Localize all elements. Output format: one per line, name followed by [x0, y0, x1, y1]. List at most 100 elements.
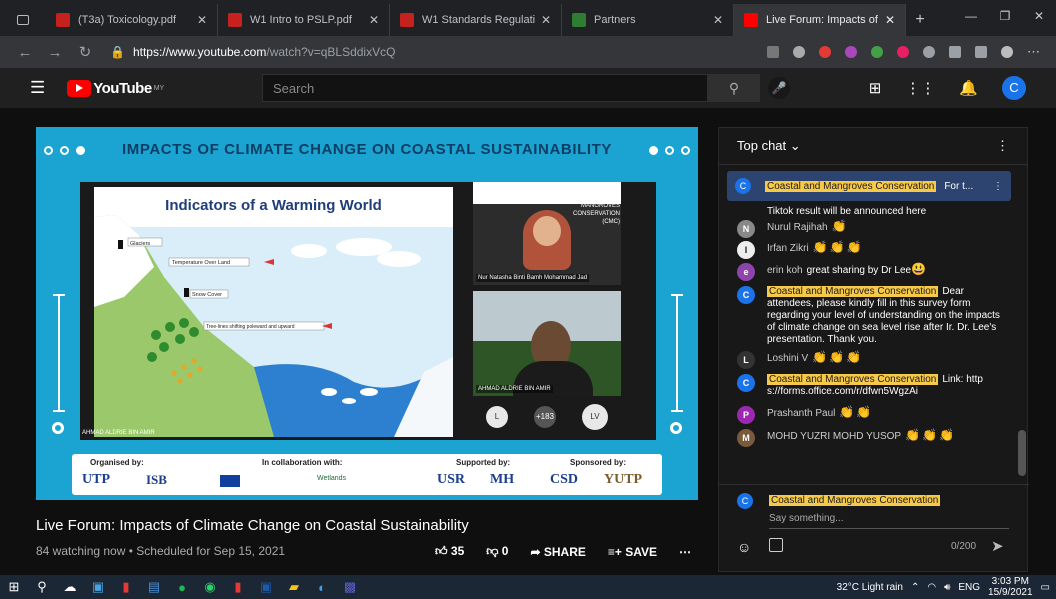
control-user[interactable]: L	[486, 406, 508, 428]
tab-actions-icon[interactable]	[0, 4, 46, 36]
extensions-puzzle-icon[interactable]	[923, 46, 935, 58]
files-icon[interactable]: ▤	[140, 579, 168, 595]
network-icon[interactable]: ◠	[927, 582, 936, 593]
like-button[interactable]: 👍︎ 35	[435, 544, 464, 559]
voice-search-button[interactable]: 🎤	[768, 77, 790, 99]
dislike-button[interactable]: 👎︎ 0	[486, 544, 508, 559]
chat-message: P Prashanth Paul 👏👏	[719, 406, 1015, 424]
chat-author[interactable]: Prashanth Paul	[767, 408, 835, 419]
pinned-avatar: C	[735, 178, 751, 194]
volume-icon[interactable]: 🔊︎	[944, 582, 950, 593]
tab-close-icon[interactable]: ✕	[713, 13, 723, 27]
pinned-message[interactable]: C Coastal and Mangroves Conservation For…	[727, 171, 1011, 201]
share-button[interactable]: ➦ SHARE	[530, 545, 585, 559]
search-input[interactable]: Search	[262, 74, 708, 102]
browser-tab[interactable]: W1 Standards Regulations P! ✕	[390, 4, 562, 36]
share-label: SHARE	[543, 544, 586, 559]
notification-center-icon[interactable]: ▭	[1041, 582, 1050, 593]
sticky-notes-icon[interactable]: ▰	[280, 579, 308, 595]
chat-author[interactable]: Nurul Rajihah	[767, 222, 828, 233]
outlook-icon[interactable]: ▣	[252, 579, 280, 595]
favorites-icon[interactable]	[949, 46, 961, 58]
super-chat-icon[interactable]	[769, 538, 783, 552]
ext-pink-icon[interactable]	[897, 46, 909, 58]
browser-tab[interactable]: Live Forum: Impacts of C ✕	[734, 4, 906, 36]
video-player[interactable]: IMPACTS OF CLIMATE CHANGE ON COASTAL SUS…	[36, 127, 698, 500]
store-icon[interactable]: ▣	[84, 579, 112, 595]
control-count[interactable]: +183	[534, 406, 556, 428]
send-icon[interactable]: ➤	[991, 537, 1004, 555]
profile-icon[interactable]	[1001, 46, 1013, 58]
settings-icon[interactable]	[793, 46, 805, 58]
chat-input-field[interactable]: Say something...	[769, 513, 1009, 529]
search-taskbar-icon[interactable]: ⚲	[28, 579, 56, 595]
browser-tab[interactable]: W1 Intro to PSLP.pdf ✕	[218, 4, 390, 36]
ext-green-icon[interactable]	[871, 46, 883, 58]
chat-more-icon[interactable]: ⋮	[996, 138, 1009, 154]
search-button[interactable]: ⚲	[708, 74, 760, 102]
apps-icon[interactable]: ⋮⋮	[905, 79, 935, 97]
tab-close-icon[interactable]: ✕	[541, 13, 551, 27]
pinned-more-icon[interactable]: ⋮	[993, 181, 1003, 192]
ext-red-icon[interactable]	[819, 46, 831, 58]
chat-author[interactable]: Coastal and Mangroves Conservation	[767, 286, 939, 297]
windows-start-icon[interactable]: ⊞	[0, 579, 28, 595]
forward-icon[interactable]: →	[40, 44, 70, 61]
minimize-button[interactable]: —	[954, 9, 988, 23]
clock[interactable]: 3:03 PM 15/9/2021	[988, 576, 1033, 598]
control-lv[interactable]: LV	[582, 404, 608, 430]
office-icon[interactable]: ▮	[224, 579, 252, 595]
tab-close-icon[interactable]: ✕	[369, 13, 379, 27]
window-controls: — ❐ ✕	[954, 0, 1056, 32]
participant-tile-1[interactable]: COASTAL MANGROVES CONSERVATION (CMC) Nur…	[473, 182, 621, 285]
zoom-screen: Glaciers Temperature Over Land Snow Cove…	[80, 182, 656, 440]
account-avatar[interactable]: C	[1002, 76, 1026, 100]
ext-purple-icon[interactable]	[845, 46, 857, 58]
mh-logo: MH	[490, 472, 515, 487]
reload-icon[interactable]: ↻	[70, 43, 100, 61]
emoji-icon[interactable]: ☺	[737, 539, 751, 555]
participant-tile-2[interactable]: AHMAD ALDRIE BIN AMIR	[473, 291, 621, 396]
chat-mode-dropdown[interactable]: Top chat ⌄	[737, 138, 801, 154]
edge-icon[interactable]: ◐	[308, 580, 336, 595]
tab-label: Partners	[594, 14, 636, 26]
language-indicator[interactable]: ENG	[958, 582, 980, 593]
save-label: SAVE	[625, 544, 658, 559]
weather-widget[interactable]: 32°C Light rain	[837, 582, 903, 593]
tab-close-icon[interactable]: ✕	[197, 13, 207, 27]
slide-bar-right	[671, 294, 683, 412]
tray-chevron-icon[interactable]: ⌃	[911, 582, 919, 593]
chat-scrollbar[interactable]	[1018, 430, 1026, 476]
slide-title: IMPACTS OF CLIMATE CHANGE ON COASTAL SUS…	[121, 141, 613, 158]
save-button[interactable]: ≡+ SAVE	[608, 545, 657, 559]
chat-header: Top chat ⌄ ⋮	[719, 128, 1027, 165]
chat-author[interactable]: Irfan Zikri	[767, 243, 809, 254]
notifications-icon[interactable]: 🔔	[959, 79, 978, 97]
whatsapp-icon[interactable]: ◉	[196, 579, 224, 595]
onedrive-icon[interactable]: ☁	[56, 579, 84, 595]
new-tab-button[interactable]: +	[906, 4, 934, 36]
youtube-logo[interactable]: YouTube MY	[67, 79, 164, 97]
app-red-icon[interactable]: ▮	[112, 579, 140, 595]
browser-tab[interactable]: Partners ✕	[562, 4, 734, 36]
create-icon[interactable]: ⊞	[869, 79, 882, 97]
chat-author[interactable]: MOHD YUZRI MOHD YUSOP	[767, 431, 901, 442]
chat-author[interactable]: Loshini V	[767, 353, 808, 364]
landscape-illustration: Glaciers Temperature Over Land Snow Cove…	[94, 187, 453, 437]
collections-icon[interactable]	[975, 46, 987, 58]
spotify-icon[interactable]: ●	[168, 580, 196, 595]
chat-text: great sharing by Dr Lee	[806, 265, 912, 276]
more-actions-icon[interactable]: ⋯	[679, 545, 691, 559]
restore-button[interactable]: ❐	[988, 9, 1022, 23]
close-window-button[interactable]: ✕	[1022, 9, 1056, 23]
more-menu-icon[interactable]: ⋯	[1027, 45, 1040, 58]
browser-tab[interactable]: (T3a) Toxicology.pdf ✕	[46, 4, 218, 36]
tab-close-icon[interactable]: ✕	[885, 13, 895, 27]
reader-icon[interactable]	[767, 46, 779, 58]
url-field[interactable]: 🔒 https://www.youtube.com/watch?v=qBLSdd…	[110, 40, 767, 64]
menu-icon[interactable]: ☰	[30, 78, 45, 98]
chat-author[interactable]: erin koh	[767, 265, 803, 276]
teams-icon[interactable]: ▩	[336, 579, 364, 595]
chat-author[interactable]: Coastal and Mangroves Conservation	[767, 374, 939, 385]
back-icon[interactable]: ←	[10, 44, 40, 61]
